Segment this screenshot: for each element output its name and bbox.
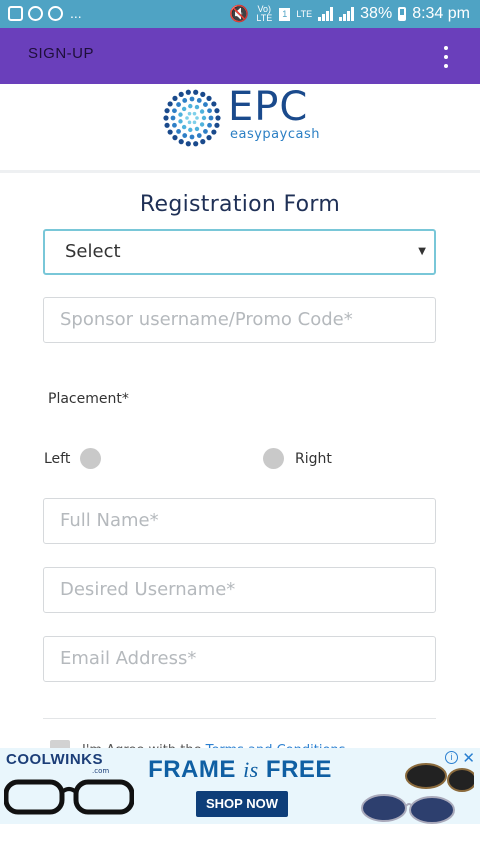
sponsor-input[interactable]: Sponsor username/Promo Code* [43,297,436,343]
ad-close-icon[interactable]: ✕ [462,749,475,767]
email-input[interactable]: Email Address* [43,636,436,682]
app-bar: SIGN-UP [0,28,480,84]
battery-icon [398,7,407,21]
signal-icon [318,7,334,21]
clock: 8:34 pm [412,5,470,22]
ad-info-icon[interactable]: i [445,751,458,764]
placement-right-option[interactable]: Right [263,448,332,469]
placement-left-radio[interactable] [80,448,102,469]
select-value: Select [65,241,121,262]
system-icons: 🔇 Vo) LTE 1 LTE 38% 8:34 pm [229,4,470,24]
app-bar-title: SIGN-UP [28,45,95,62]
logo-name: EPC [228,84,309,130]
dropdown-arrow-icon: ▼ [418,246,426,257]
placement-left-label: Left [44,450,71,467]
placement-label: Placement* [48,391,129,407]
battery-percent: 38% [360,5,393,22]
more-vert-icon[interactable] [442,46,450,68]
package-select[interactable]: Select ▼ [43,229,436,275]
sunglasses-icon [361,763,474,824]
logo-tagline: easypaycash [230,127,320,142]
volte-indicator: Vo) LTE [256,4,273,23]
full-name-input[interactable]: Full Name* [43,498,436,544]
ad-headline-a: FRAME [148,756,244,783]
mute-icon: 🔇 [229,6,250,23]
notification-icons: ... [8,5,82,21]
form-divider [43,718,436,719]
more-notifications: ... [70,5,82,21]
signal-icon-2 [339,7,355,21]
status-bar: ... 🔇 Vo) LTE 1 LTE 38% 8:34 pm [0,0,480,28]
ad-headline-b: is [243,757,259,782]
placement-right-radio[interactable] [263,448,284,469]
placement-left-option[interactable]: Left [44,448,102,469]
shop-now-button[interactable]: SHOP NOW [196,791,288,817]
lte-indicator: LTE [296,8,313,19]
sim-indicator: 1 [279,7,291,21]
placement-right-label: Right [295,450,332,467]
header-divider [0,170,480,173]
ad-banner[interactable]: COOLWINKS .com FRAME is FREE SHOP NOW i … [0,748,480,824]
ad-headline-c: FREE [258,756,332,783]
epc-logo-icon [163,89,221,147]
bottom-strip [0,824,480,854]
whatsapp-icon [28,5,43,21]
logo: EPC easypaycash [0,84,480,170]
username-input[interactable]: Desired Username* [43,567,436,613]
whatsapp-icon [48,5,63,21]
gallery-icon [8,5,23,21]
form-title: Registration Form [139,192,341,217]
